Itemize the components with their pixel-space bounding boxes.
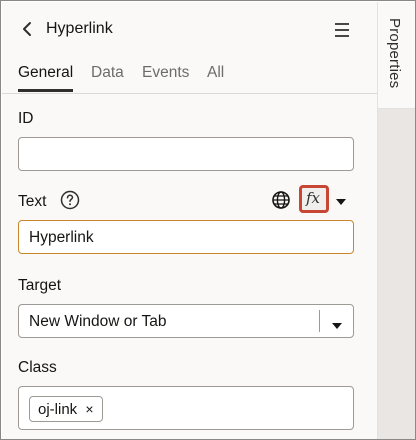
rail-strip <box>378 109 415 439</box>
fx-icon[interactable]: fx <box>299 185 329 213</box>
tab-properties[interactable]: Properties <box>378 2 415 109</box>
text-input[interactable]: Hyperlink <box>18 220 354 254</box>
window-frame: Hyperlink General Data Events All ID Tex… <box>0 0 416 440</box>
tab-all[interactable]: All <box>207 64 224 82</box>
class-chip-label: oj-link <box>38 401 78 418</box>
tab-data[interactable]: Data <box>91 64 124 82</box>
menu-icon[interactable] <box>332 20 352 40</box>
tabs-divider <box>2 93 377 94</box>
side-rail: Properties <box>377 2 415 439</box>
class-label: Class <box>18 359 57 376</box>
active-tab-indicator <box>18 89 73 92</box>
class-chip: oj-link × <box>29 396 103 422</box>
properties-tab-label: Properties <box>386 18 403 89</box>
page-title: Hyperlink <box>46 20 113 37</box>
tab-general[interactable]: General <box>18 64 73 82</box>
text-label: Text <box>18 193 47 210</box>
chevron-down-icon[interactable] <box>331 317 343 329</box>
target-select[interactable]: New Window or Tab <box>18 304 354 338</box>
back-icon[interactable] <box>18 19 38 39</box>
text-input-value: Hyperlink <box>29 229 94 246</box>
target-select-value: New Window or Tab <box>29 313 167 330</box>
id-label: ID <box>18 110 34 127</box>
class-input[interactable]: oj-link × <box>18 386 354 430</box>
select-divider <box>319 310 320 332</box>
caret-down-icon[interactable] <box>335 194 347 205</box>
tab-bar: General Data Events All <box>2 58 377 94</box>
id-input[interactable] <box>18 137 354 171</box>
close-icon[interactable]: × <box>85 401 93 417</box>
tab-events[interactable]: Events <box>142 64 189 82</box>
target-label: Target <box>18 277 62 294</box>
fx-label: fx <box>306 189 321 207</box>
properties-panel: Hyperlink General Data Events All ID Tex… <box>2 2 377 439</box>
panel-header: Hyperlink <box>2 2 377 58</box>
globe-icon[interactable] <box>271 190 291 210</box>
help-icon[interactable] <box>60 190 80 210</box>
